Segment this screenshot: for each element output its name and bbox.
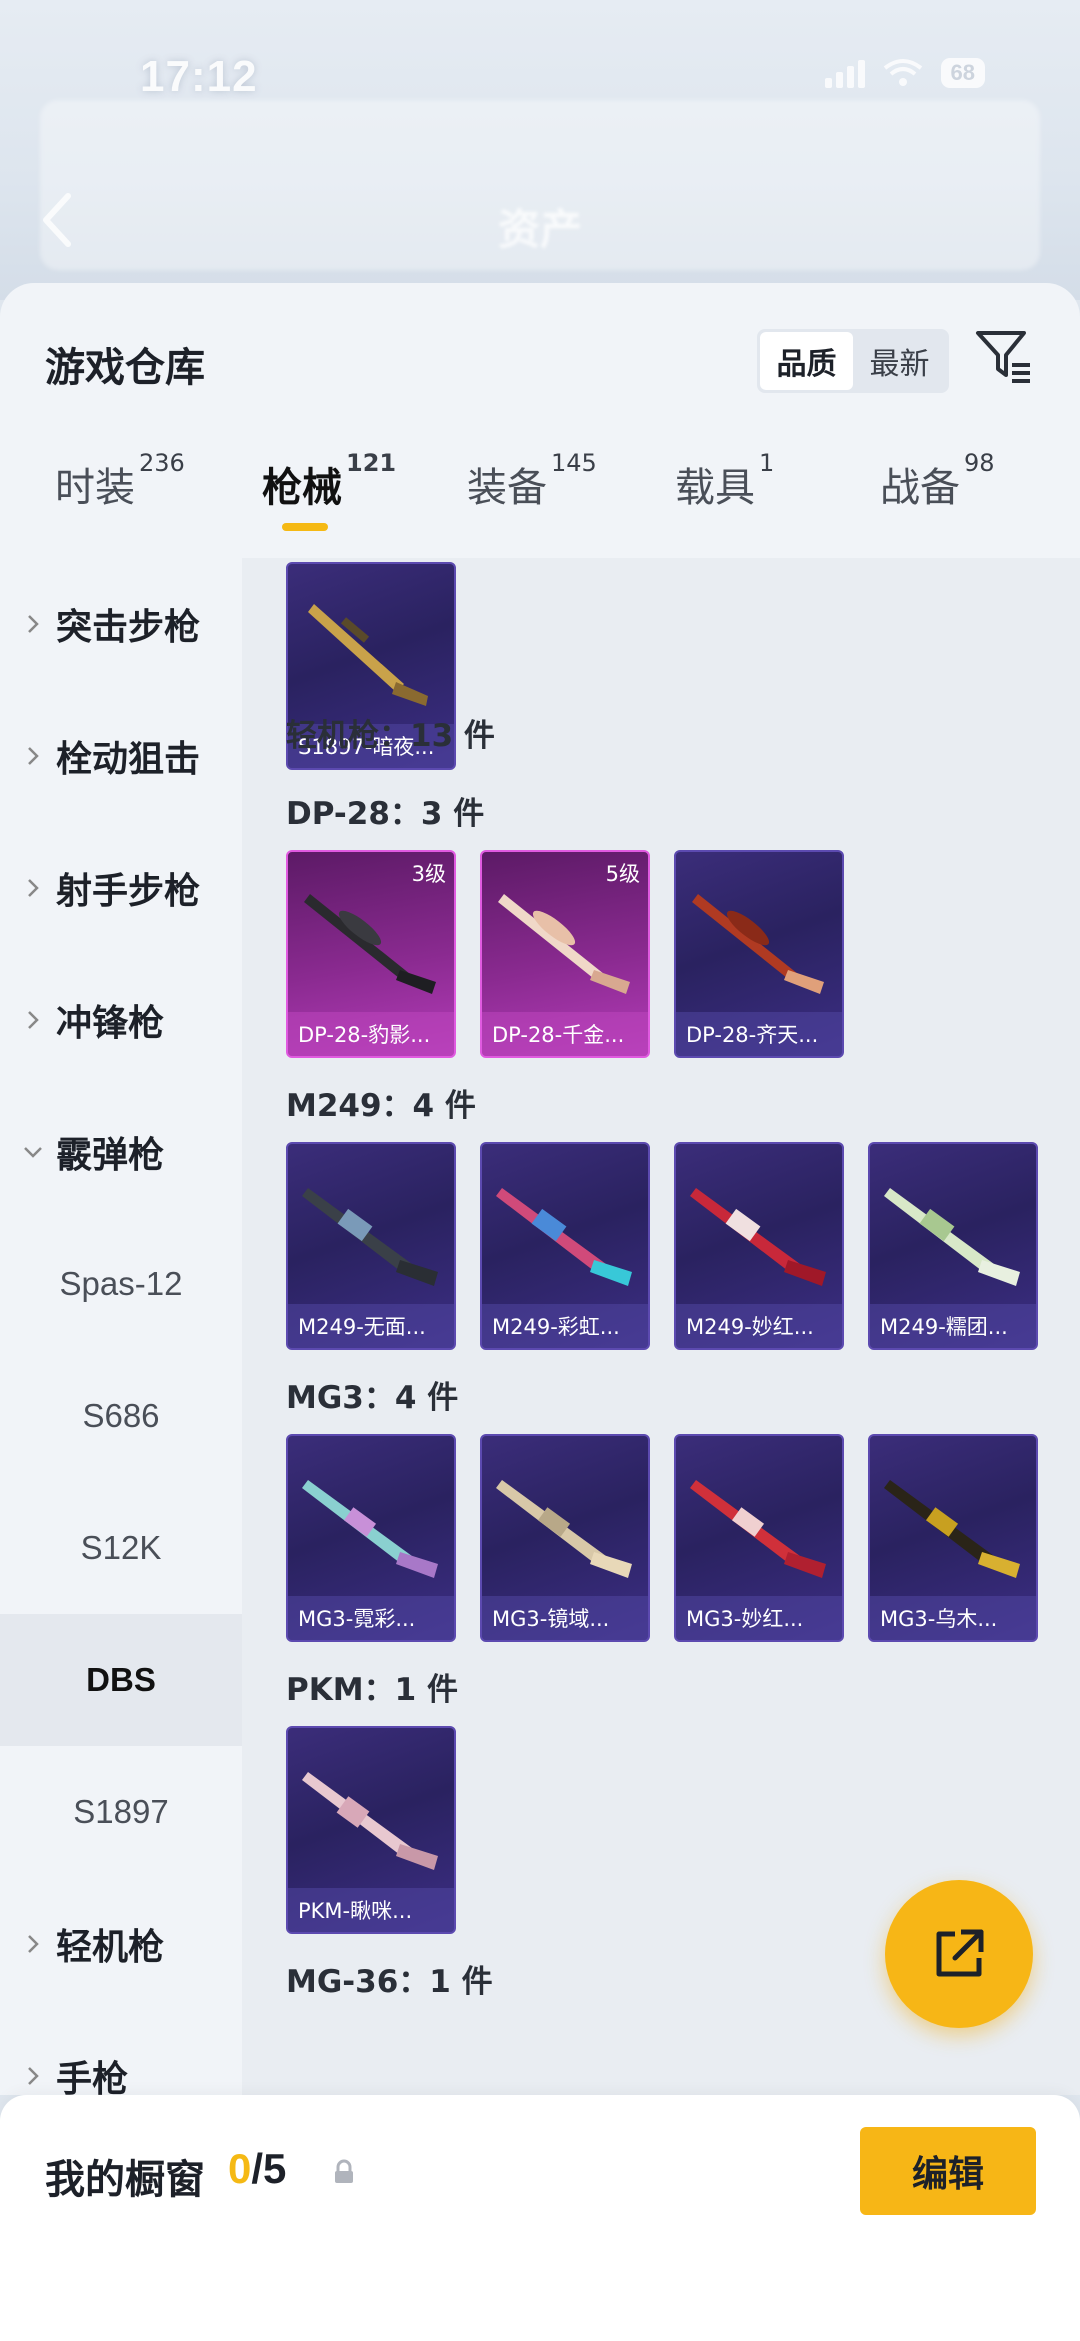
warehouse-sheet: 游戏仓库 品质 最新 时装236 枪械121 装备145 载具1 战备98 突击… <box>0 283 1080 2095</box>
group-title: MG-36：1 件 <box>286 1964 493 2000</box>
item-card[interactable]: M249-无面... <box>286 1142 456 1350</box>
gun-skin-image <box>496 1480 632 1578</box>
chevron-right-icon <box>28 615 39 633</box>
rail-item-s12k[interactable]: S12K <box>0 1482 242 1614</box>
rail-item-lmg[interactable]: 轻机枪 <box>0 1878 242 2010</box>
item-card[interactable]: PKM-瞅咪... <box>286 1726 456 1934</box>
showcase-count: 0/5 <box>228 2145 287 2192</box>
rail-item-spas12[interactable]: Spas-12 <box>0 1218 242 1350</box>
filter-icon[interactable] <box>972 325 1036 389</box>
showcase-bar: 我的橱窗 0/5 编辑 <box>0 2095 1080 2341</box>
top-header-blurred: 17:12 68 资产 <box>0 0 1080 300</box>
rail-item-assault-rifle[interactable]: 突击步枪 <box>0 558 242 690</box>
status-icons: 68 <box>824 58 985 88</box>
group-title: PKM：1 件 <box>286 1672 458 1708</box>
gun-skin-image <box>690 1480 826 1578</box>
category-rail: 突击步枪 栓动狙击 射手步枪 冲锋枪 霰弹枪 Spas-12 S686 S12K… <box>0 558 242 2095</box>
gun-skin-image <box>498 894 630 994</box>
sort-option-latest[interactable]: 最新 <box>853 332 946 390</box>
item-card[interactable]: MG3-镜域... <box>480 1434 650 1642</box>
gun-skin-image <box>304 894 436 994</box>
wifi-icon <box>883 59 922 86</box>
items-grid: S1897-暗夜... 轻机枪：13 件 DP-28：3 件 3级 DP-28-… <box>242 558 1080 2095</box>
tab-equipment[interactable]: 装备145 <box>467 449 597 513</box>
item-card[interactable]: 5级 DP-28-千金... <box>480 850 650 1058</box>
rail-item-s686[interactable]: S686 <box>0 1350 242 1482</box>
gun-skin-image <box>302 1188 438 1286</box>
item-card[interactable]: DP-28-齐天... <box>674 850 844 1058</box>
rail-item-smg[interactable]: 冲锋枪 <box>0 954 242 1086</box>
category-tabs: 时装236 枪械121 装备145 载具1 战备98 <box>0 433 1080 543</box>
tab-vehicles[interactable]: 载具1 <box>675 449 774 513</box>
sheet-title: 游戏仓库 <box>45 345 205 391</box>
chevron-right-icon <box>28 1935 39 1953</box>
chevron-right-icon <box>28 879 39 897</box>
rail-item-s1897[interactable]: S1897 <box>0 1746 242 1878</box>
page-title: 资产 <box>497 205 582 254</box>
rail-item-pistol[interactable]: 手枪 <box>0 2010 242 2095</box>
status-time: 17:12 <box>140 52 258 101</box>
tab-fashion[interactable]: 时装236 <box>55 449 185 513</box>
rail-item-shotgun[interactable]: 霰弹枪 <box>0 1086 242 1218</box>
item-card[interactable]: MG3-乌木... <box>868 1434 1038 1642</box>
gun-skin-image <box>692 894 824 994</box>
edit-button[interactable]: 编辑 <box>860 2127 1036 2215</box>
rail-item-dbs[interactable]: DBS <box>0 1614 242 1746</box>
external-link-icon <box>936 1929 984 1977</box>
gun-skin-image <box>302 1772 438 1870</box>
gun-skin-image <box>690 1188 826 1286</box>
item-card[interactable]: 3级 DP-28-豹影... <box>286 850 456 1058</box>
chevron-right-icon <box>28 2067 39 2085</box>
sort-option-quality[interactable]: 品质 <box>760 332 853 390</box>
sort-toggle: 品质 最新 <box>757 329 949 393</box>
showcase-label: 我的橱窗 <box>45 2157 205 2203</box>
chevron-right-icon <box>28 747 39 765</box>
rail-item-bolt-sniper[interactable]: 栓动狙击 <box>0 690 242 822</box>
rail-item-marksman-rifle[interactable]: 射手步枪 <box>0 822 242 954</box>
item-card[interactable]: MG3-妙红... <box>674 1434 844 1642</box>
tab-guns[interactable]: 枪械121 <box>262 449 396 513</box>
chevron-right-icon <box>28 1011 39 1029</box>
group-title: M249：4 件 <box>286 1088 476 1124</box>
active-tab-indicator <box>282 523 328 531</box>
section-title: 轻机枪：13 件 <box>286 718 495 754</box>
gun-skin-image <box>884 1480 1020 1578</box>
item-card[interactable]: M249-糯团... <box>868 1142 1038 1350</box>
item-card[interactable]: M249-妙红... <box>674 1142 844 1350</box>
item-card[interactable]: MG3-霓彩... <box>286 1434 456 1642</box>
chevron-down-icon <box>24 1147 42 1158</box>
lock-icon <box>335 2159 353 2183</box>
group-title: MG3：4 件 <box>286 1380 459 1416</box>
tab-supplies[interactable]: 战备98 <box>880 449 995 513</box>
signal-icon <box>824 58 865 88</box>
gun-skin-image <box>302 1480 438 1578</box>
group-title: DP-28：3 件 <box>286 796 485 832</box>
gun-skin-image <box>308 604 428 706</box>
gun-skin-image <box>884 1188 1020 1286</box>
sheet-header: 游戏仓库 品质 最新 <box>0 283 1080 433</box>
item-card[interactable]: M249-彩虹... <box>480 1142 650 1350</box>
share-button[interactable] <box>885 1880 1033 2028</box>
battery-indicator: 68 <box>940 58 985 88</box>
gun-skin-image <box>496 1188 632 1286</box>
